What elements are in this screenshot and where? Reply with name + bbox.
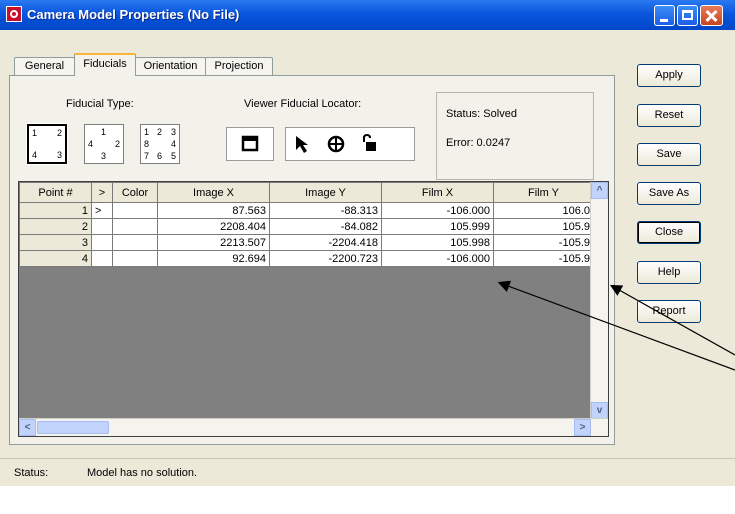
callout-arrows bbox=[497, 280, 735, 371]
callout-arrow-film-x bbox=[497, 280, 735, 371]
dialog-window: Camera Model Properties (No File) Genera… bbox=[0, 0, 735, 514]
tab-fiducials[interactable]: Fiducials bbox=[74, 53, 136, 76]
callout-arrow-film-y bbox=[609, 284, 735, 356]
